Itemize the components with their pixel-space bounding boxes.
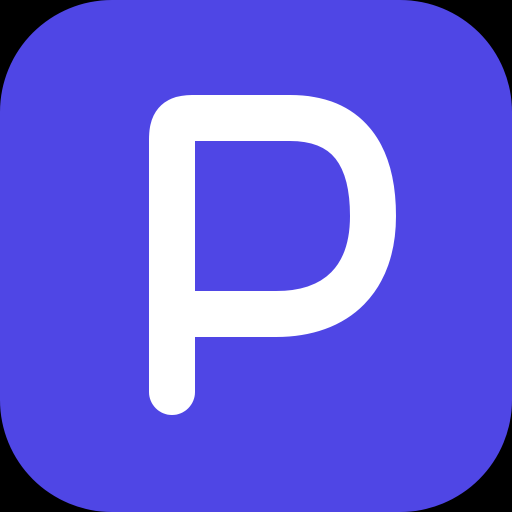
p-letter-icon <box>0 0 512 512</box>
p-letter-stroke <box>149 95 396 415</box>
